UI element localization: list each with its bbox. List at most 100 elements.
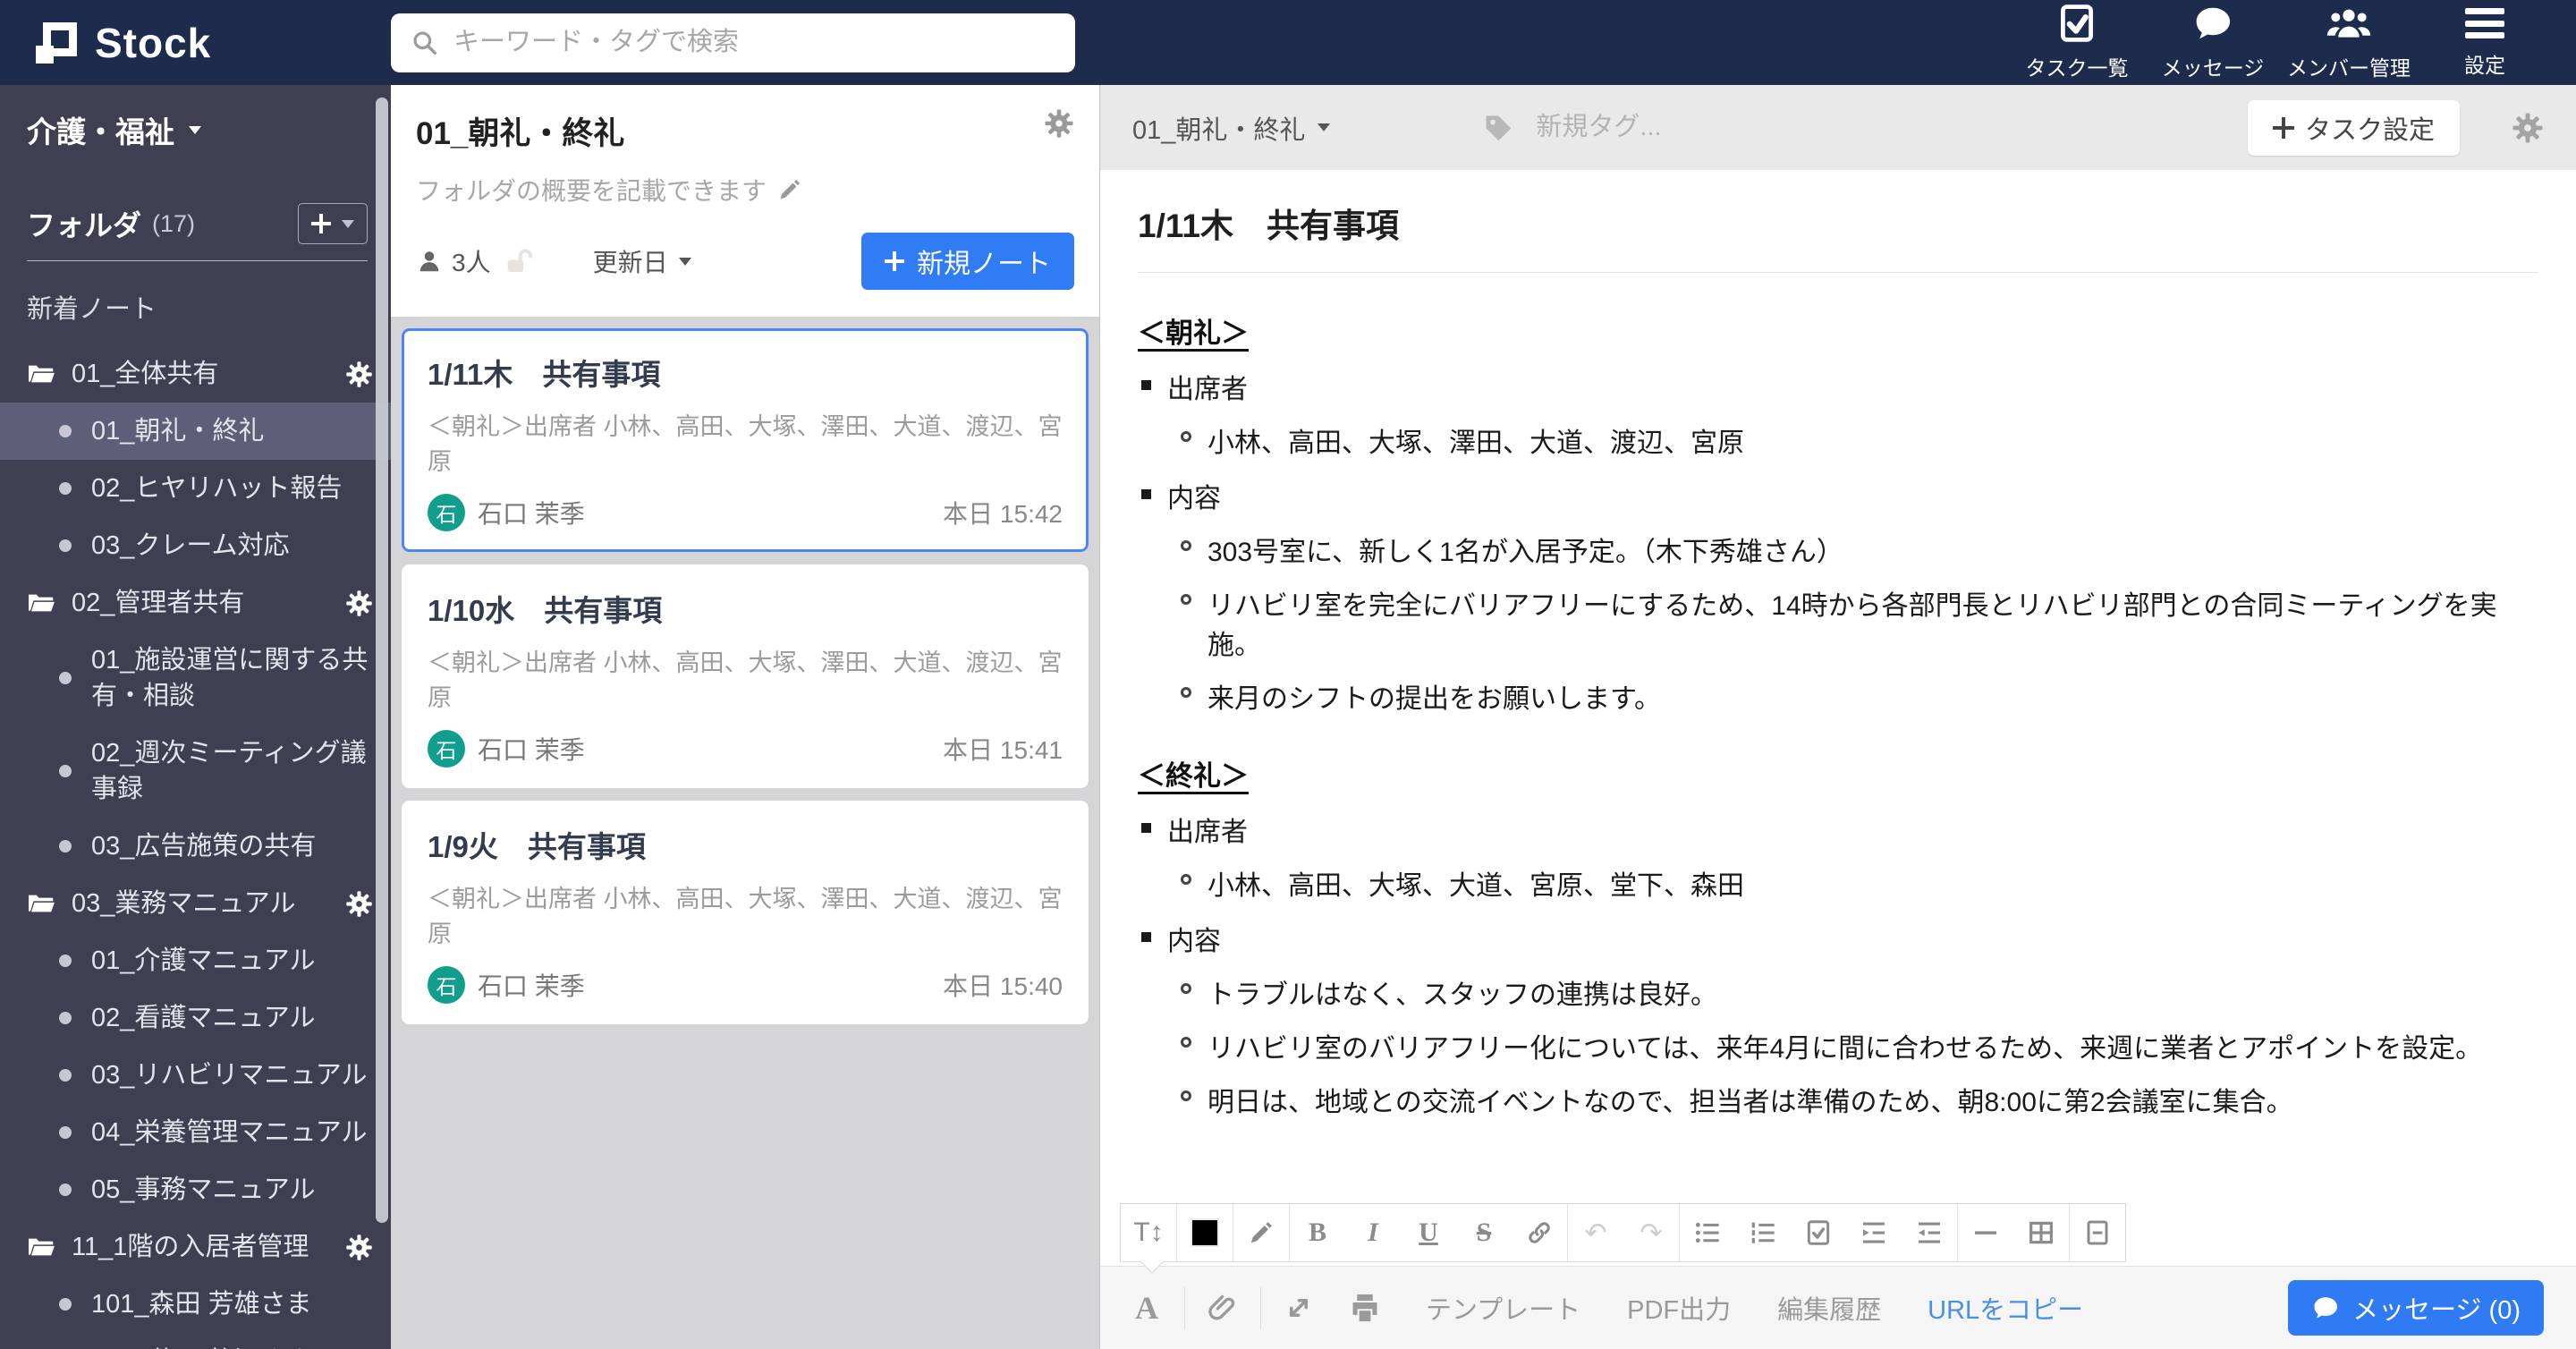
highlighter-icon[interactable]: [1233, 1204, 1289, 1261]
expand-icon: [1283, 1292, 1315, 1324]
sidebar-note-weekly[interactable]: 02_週次ミーティング議事録: [0, 725, 391, 818]
folder-gear-icon[interactable]: [345, 590, 373, 617]
numbered-list-icon[interactable]: [1735, 1204, 1791, 1261]
folder-description[interactable]: フォルダの概要を記載できます: [416, 172, 1074, 208]
redo-icon[interactable]: ↷: [1623, 1204, 1679, 1261]
note-updated-time: 本日 15:42: [943, 500, 1063, 528]
sidebar-note-jimu[interactable]: 05_事務マニュアル: [0, 1161, 391, 1218]
sidebar-note-kaigo[interactable]: 01_介護マニュアル: [0, 932, 391, 989]
pdf-export-link[interactable]: PDF出力: [1627, 1289, 1731, 1327]
note-footer-bar: A テンプレート PDF出力 編集履歴 URLをコピー メッセージ (0): [1100, 1266, 2576, 1349]
nav-members[interactable]: メンバー管理: [2281, 4, 2417, 81]
list-item: 内容: [1138, 919, 2538, 958]
print-button[interactable]: [1340, 1291, 1390, 1325]
nav-settings[interactable]: 設定: [2417, 6, 2553, 79]
note-editor-body[interactable]: 1/11木 共有事項 ＜朝礼＞ 出席者 小林、高田、大塚、澤田、大道、渡辺、宮原…: [1100, 170, 2576, 1200]
members-count[interactable]: 3人: [452, 243, 491, 279]
sort-selector[interactable]: 更新日: [593, 243, 691, 279]
team-selector[interactable]: 介護・福祉: [0, 108, 391, 151]
new-note-button[interactable]: 新規ノート: [861, 233, 1074, 290]
circle-bullet-icon: [1181, 1037, 1191, 1048]
font-style-button[interactable]: A: [1122, 1289, 1172, 1327]
sidebar-note-eiyou[interactable]: 04_栄養管理マニュアル: [0, 1104, 391, 1161]
copy-url-link[interactable]: URLをコピー: [1928, 1289, 2083, 1327]
folder-open-icon: [27, 1233, 55, 1261]
collapse-block-icon[interactable]: [2070, 1204, 2125, 1261]
folder-title: 01_朝礼・終礼: [416, 116, 625, 151]
template-link[interactable]: テンプレート: [1426, 1289, 1580, 1327]
indent-icon[interactable]: [1846, 1204, 1902, 1261]
sidebar-folder-01[interactable]: 01_全体共有: [0, 345, 391, 403]
sidebar-note-101[interactable]: 101_森田 芳雄さま: [0, 1276, 391, 1333]
folder-gear-icon[interactable]: [345, 890, 373, 918]
bold-icon[interactable]: B: [1290, 1204, 1345, 1261]
plus-icon: [885, 251, 904, 271]
sidebar-item-new-notes[interactable]: 新着ノート: [0, 261, 391, 345]
underline-icon[interactable]: U: [1401, 1204, 1456, 1261]
sidebar-folder-11[interactable]: 11_1階の入居者管理: [0, 1218, 391, 1276]
chevron-down-icon: [678, 257, 691, 266]
horizontal-rule-icon[interactable]: [1958, 1204, 2013, 1261]
topbar: Stock タスク一覧 メッセージ メンバー管理 設定: [0, 0, 2576, 85]
sidebar-note-kango[interactable]: 02_看護マニュアル: [0, 989, 391, 1047]
italic-icon[interactable]: I: [1345, 1204, 1401, 1261]
section-heading-shuurei: ＜終礼＞: [1138, 760, 1249, 792]
sidebar-note-102[interactable]: 102_藤原 静江さま: [0, 1333, 391, 1349]
nav-tasks[interactable]: タスク一覧: [2009, 4, 2145, 81]
note-card-0110[interactable]: 1/10水 共有事項 ＜朝礼＞出席者 小林、高田、大塚、澤田、大道、渡辺、宮原 …: [402, 564, 1089, 788]
nav-messages[interactable]: メッセージ: [2145, 4, 2281, 81]
circle-bullet-icon: [1181, 687, 1191, 698]
text-size-icon[interactable]: T↕: [1121, 1204, 1176, 1261]
add-folder-button[interactable]: [298, 203, 368, 244]
app-logo-text: Stock: [95, 19, 212, 66]
sidebar-note-rihabiri[interactable]: 03_リハビリマニュアル: [0, 1047, 391, 1104]
plus-icon: [2273, 117, 2294, 139]
fullscreen-button[interactable]: [1274, 1292, 1324, 1324]
edit-history-link[interactable]: 編集履歴: [1777, 1289, 1881, 1327]
undo-icon[interactable]: ↶: [1568, 1204, 1623, 1261]
topnav: タスク一覧 メッセージ メンバー管理 設定: [2009, 4, 2576, 81]
note-dot-icon: [59, 672, 72, 684]
sidebar-scrollbar[interactable]: [376, 98, 388, 1223]
note-dot-icon: [59, 765, 72, 777]
folder-open-icon: [27, 889, 55, 918]
note-settings-gear-icon[interactable]: [2512, 112, 2544, 144]
app-logo[interactable]: Stock: [0, 19, 391, 67]
list-item: リハビリ室のバリアフリー化については、来年4月に間に合わせるため、来週に業者とア…: [1138, 1026, 2538, 1065]
folder-settings-gear-icon[interactable]: [1044, 108, 1074, 139]
sidebar-note-ad[interactable]: 03_広告施策の共有: [0, 818, 391, 875]
sidebar-note-claim[interactable]: 03_クレーム対応: [0, 517, 391, 574]
global-search[interactable]: [391, 13, 1075, 72]
sidebar-note-hiyari[interactable]: 02_ヒヤリハット報告: [0, 460, 391, 517]
note-card-0111[interactable]: 1/11木 共有事項 ＜朝礼＞出席者 小林、高田、大塚、澤田、大道、渡辺、宮原 …: [402, 328, 1089, 552]
unlock-icon: [504, 247, 536, 276]
attach-file-button[interactable]: [1198, 1292, 1248, 1324]
new-tag-input[interactable]: [1536, 113, 1912, 142]
folder-gear-icon[interactable]: [345, 1234, 373, 1261]
circle-bullet-icon: [1181, 540, 1191, 551]
outdent-icon[interactable]: [1902, 1204, 1957, 1261]
plus-icon: [311, 214, 331, 233]
strikethrough-icon[interactable]: S: [1456, 1204, 1512, 1261]
text-color-icon[interactable]: [1177, 1204, 1233, 1261]
search-input[interactable]: [453, 28, 1055, 57]
message-button[interactable]: メッセージ (0): [2288, 1280, 2544, 1336]
list-item: リハビリ室を完全にバリアフリーにするため、14時から各部門長とリハビリ部門との合…: [1138, 583, 2538, 662]
note-folder-select[interactable]: 01_朝礼・終礼: [1132, 109, 1331, 147]
list-item: 小林、高田、大塚、澤田、大道、渡辺、宮原: [1138, 420, 2538, 460]
note-card-0109[interactable]: 1/9火 共有事項 ＜朝礼＞出席者 小林、高田、大塚、澤田、大道、渡辺、宮原 内…: [402, 801, 1089, 1024]
link-icon[interactable]: [1512, 1204, 1567, 1261]
task-settings-button[interactable]: タスク設定: [2247, 99, 2460, 156]
sidebar-note-shisetsu[interactable]: 01_施設運営に関する共有・相談: [0, 632, 391, 725]
sidebar-folder-02[interactable]: 02_管理者共有: [0, 574, 391, 632]
note-dot-icon: [59, 1126, 72, 1139]
table-icon[interactable]: [2013, 1204, 2069, 1261]
sidebar-note-chourei[interactable]: 01_朝礼・終礼: [0, 403, 391, 460]
folder-header: 01_朝礼・終礼 フォルダの概要を記載できます 3人 更新日 新規ノート: [391, 85, 1099, 317]
folder-gear-icon[interactable]: [345, 361, 373, 388]
checkbox-icon[interactable]: [1791, 1204, 1846, 1261]
tag-input-wrap: [1482, 112, 1912, 144]
bullet-list-icon[interactable]: [1680, 1204, 1735, 1261]
avatar: 石: [428, 494, 465, 531]
sidebar-folder-03[interactable]: 03_業務マニュアル: [0, 875, 391, 932]
